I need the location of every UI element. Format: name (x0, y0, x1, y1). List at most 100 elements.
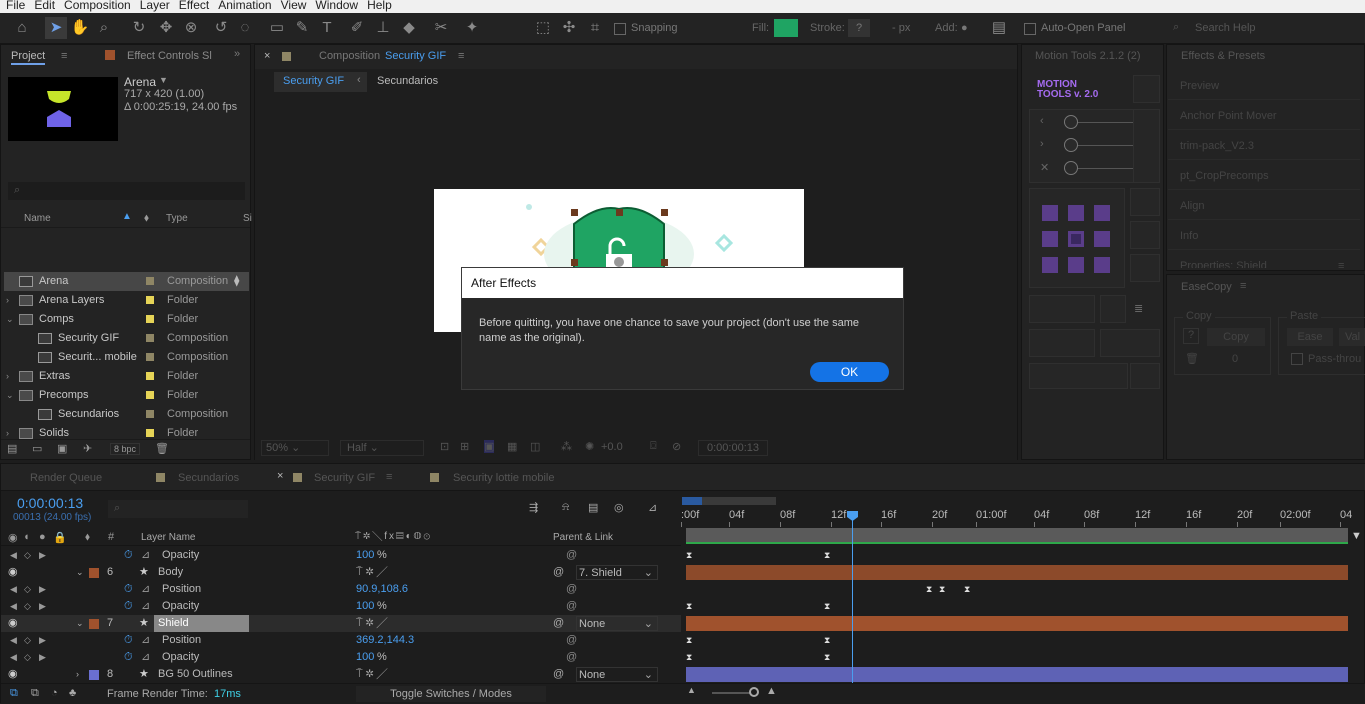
menu-item-view[interactable]: View (281, 0, 307, 11)
breadcrumb-active[interactable]: Security GIF ‹ (274, 72, 367, 92)
delete-icon[interactable]: 🗑 (155, 442, 169, 455)
layer-duration-bar[interactable] (686, 565, 1348, 580)
anchor-bottom-left[interactable] (1042, 257, 1058, 273)
fill-swatch[interactable] (774, 19, 798, 37)
layer-label-swatch[interactable] (89, 670, 99, 680)
add-keyframe-icon[interactable]: ◇ (24, 581, 31, 598)
anchor-top-right[interactable] (1094, 205, 1110, 221)
expression-pickwhip-icon[interactable]: @ (566, 581, 577, 598)
ease-button[interactable]: Ease (1287, 328, 1333, 346)
lock-icon[interactable]: 🔒 (53, 531, 67, 544)
bpc-button[interactable]: 8 bpc (110, 443, 141, 455)
menu-item-edit[interactable]: Edit (34, 0, 55, 11)
expand-arrow-icon[interactable]: ⌄ (6, 386, 14, 405)
list-item[interactable]: › Arena Layers Folder (4, 291, 249, 310)
project-search-input[interactable]: ⌕ (8, 182, 245, 200)
motion-tools-button-d[interactable] (1029, 295, 1095, 323)
mask-visibility-icon[interactable]: ◫ (530, 440, 540, 453)
roto-brush-tool-icon[interactable]: ✂ (430, 17, 452, 39)
show-snapshot-icon[interactable]: ⊘ (672, 440, 681, 453)
region-of-interest-icon[interactable]: ▣ (484, 440, 495, 453)
rotate-tool-icon[interactable]: ↻ (128, 17, 150, 39)
panel-menu-icon[interactable]: ≡ (458, 50, 464, 62)
next-keyframe-icon[interactable]: ▶ (39, 649, 46, 666)
keyframe[interactable]: ⧗ (686, 598, 692, 615)
tab-project[interactable]: Project (11, 50, 46, 65)
expression-pickwhip-icon[interactable]: @ (566, 547, 577, 564)
label-icon[interactable]: ⬧ (85, 531, 90, 544)
add-icon[interactable]: ● (961, 22, 968, 34)
interpret-footage-icon[interactable]: ▤ (7, 442, 17, 455)
expression-pickwhip-icon[interactable]: @ (566, 632, 577, 649)
exposure-value[interactable]: +0.0 (601, 441, 623, 453)
property-row[interactable]: ◀ ◇ ▶ ⏱ ⊿ Opacity 100% @ (1, 547, 681, 564)
anchor-center[interactable] (1068, 231, 1084, 247)
brush-tool-icon[interactable]: ✐ (346, 17, 368, 39)
orbit-tool-icon[interactable]: ◌ (234, 17, 256, 39)
stopwatch-icon[interactable]: ⏱ (124, 547, 133, 564)
transparency-grid-icon[interactable]: ▦ (507, 440, 517, 453)
anchor-middle-right[interactable] (1094, 231, 1110, 247)
motion-tools-button-i[interactable] (1130, 363, 1160, 389)
pan-behind-tool-icon[interactable]: ⊗ (180, 17, 202, 39)
col-type[interactable]: Type (166, 213, 188, 224)
stopwatch-icon[interactable]: ⏱ (124, 632, 133, 649)
motion-tools-button-f[interactable] (1029, 329, 1095, 357)
keyframe[interactable]: ⧗ (686, 547, 692, 564)
tab-comp-name[interactable]: Security GIF (385, 50, 446, 62)
add-keyframe-icon[interactable]: ◇ (24, 547, 31, 564)
layer-duration-bar[interactable] (686, 616, 1348, 631)
stroke-swatch[interactable]: ? (848, 19, 870, 37)
property-value[interactable]: 100 (356, 649, 374, 666)
expand-modes-icon[interactable]: ◔ (51, 687, 58, 699)
comp-timecode[interactable]: 0:00:00:13 (698, 440, 768, 456)
pickwhip-icon[interactable]: @ (553, 615, 564, 632)
rotation-tool-icon[interactable]: ↺ (210, 17, 232, 39)
motion-tools-button-e[interactable] (1100, 295, 1126, 323)
keyframe[interactable]: ⧗ (686, 632, 692, 649)
new-folder-icon[interactable]: ▭ (32, 442, 42, 455)
property-row[interactable]: ◀ ◇ ▶ ⏱ ⊿ Position 369.2,144.3 @ (1, 632, 681, 649)
zoom-slider-handle[interactable] (749, 687, 759, 697)
col-layer-name[interactable]: Layer Name (141, 532, 195, 543)
ease-in-slider-handle[interactable] (1064, 115, 1078, 129)
expression-pickwhip-icon[interactable]: @ (566, 598, 577, 615)
breadcrumb-next[interactable]: Secundarios (377, 75, 438, 87)
toggle-switches-modes-button[interactable]: Toggle Switches / Modes (356, 686, 546, 702)
expand-arrow-icon[interactable]: ⌄ (6, 310, 14, 329)
panel-item-preview[interactable]: Preview (1168, 72, 1360, 100)
parent-dropdown[interactable]: None ⌄ (576, 667, 658, 682)
menu-item-composition[interactable]: Composition (64, 0, 131, 11)
keyframe[interactable]: ⧗ (824, 598, 830, 615)
graph-icon[interactable]: ⊿ (141, 547, 150, 564)
panel-item-pt-cropprecomps[interactable]: pt_CropPrecomps (1168, 162, 1360, 190)
timeline-timecode[interactable]: 0:00:00:13 (17, 495, 83, 511)
home-icon[interactable]: ⌂ (11, 17, 33, 39)
motion-blur-icon[interactable]: ◎ (614, 501, 624, 514)
flowchart-icon[interactable]: ⧫ (234, 272, 239, 291)
menu-item-help[interactable]: Help (367, 0, 392, 11)
timeline-end-icon[interactable]: ▼ (1351, 530, 1362, 542)
solo-icon[interactable]: ● (39, 531, 46, 543)
snapping-checkbox[interactable] (614, 23, 626, 35)
keyframe[interactable]: ⧗ (824, 547, 830, 564)
prev-keyframe-icon[interactable]: ◀ (10, 581, 17, 598)
clone-stamp-tool-icon[interactable]: ⊥ (372, 17, 394, 39)
layer-duration-bar[interactable] (686, 667, 1348, 682)
collapse-arrow-icon[interactable]: › (76, 666, 79, 683)
property-value[interactable]: 369.2,144.3 (356, 632, 414, 649)
search-help-field[interactable]: ⌕ Search Help (1171, 19, 1361, 37)
keyframe[interactable]: ⧗ (824, 632, 830, 649)
panel-item-anchor-point-mover[interactable]: Anchor Point Mover (1168, 102, 1360, 130)
tab-security-gif[interactable]: Security GIF (314, 472, 375, 484)
panel-item-properties-shield[interactable]: Properties: Shield (1168, 252, 1360, 268)
audio-icon[interactable]: ◖ (23, 531, 30, 543)
expand-in-out-icon[interactable]: ♣ (69, 687, 76, 699)
motion-tools-side-button[interactable] (1133, 109, 1160, 183)
property-value[interactable]: 100 (356, 547, 374, 564)
panel-menu-icon[interactable]: ≡ (1338, 260, 1344, 272)
motion-tools-button-h[interactable] (1029, 363, 1128, 389)
anchor-top-center[interactable] (1068, 205, 1084, 221)
pass-through-checkbox[interactable] (1291, 353, 1303, 365)
prev-keyframe-icon[interactable]: ◀ (10, 598, 17, 615)
